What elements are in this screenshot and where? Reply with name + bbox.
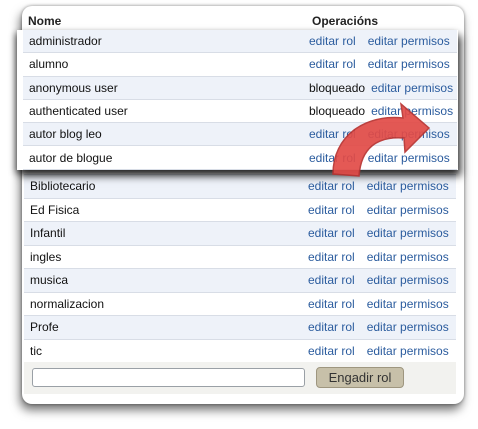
table-row: alumnoeditar rol editar permisos <box>23 52 457 77</box>
role-name: autor blog leo <box>23 122 309 147</box>
role-name: administrador <box>23 30 309 54</box>
role-name: musica <box>24 268 308 293</box>
edit-role-link[interactable]: editar rol <box>308 344 355 358</box>
edit-permissions-link[interactable]: editar permisos <box>367 273 449 287</box>
add-role-button[interactable]: Engadir rol <box>316 367 404 388</box>
add-role-form: Engadir rol <box>24 362 456 394</box>
edit-role-link[interactable]: editar rol <box>308 320 355 334</box>
table-row: administradoreditar rol editar permisos <box>23 30 457 54</box>
role-name: tic <box>24 339 308 363</box>
role-name: ingles <box>24 245 308 269</box>
table-row: Ed Fisica editar rol editar permisos <box>24 198 456 222</box>
role-name: Bibliotecario <box>24 174 308 199</box>
edit-permissions-link[interactable]: editar permisos <box>367 344 449 358</box>
new-role-name-input[interactable] <box>32 368 305 387</box>
role-name: anonymous user <box>23 76 309 100</box>
edit-permissions-link[interactable]: editar permisos <box>371 81 453 95</box>
edit-role-link[interactable]: editar rol <box>308 226 355 240</box>
blocked-label: bloqueado <box>309 80 366 95</box>
edit-role-link[interactable]: editar rol <box>308 203 355 217</box>
edit-role-link[interactable]: editar rol <box>308 273 355 287</box>
edit-permissions-link[interactable]: editar permisos <box>367 203 449 217</box>
edit-permissions-link[interactable]: editar permisos <box>367 320 449 334</box>
edit-permissions-link[interactable]: editar permisos <box>367 297 449 311</box>
edit-role-link[interactable]: editar rol <box>309 34 356 48</box>
role-name: Profe <box>24 315 308 340</box>
table-row: ingles editar rol editar permisos <box>24 245 456 269</box>
role-name: authenticated user <box>23 99 309 124</box>
edit-permissions-link[interactable]: editar permisos <box>368 57 450 71</box>
role-name: alumno <box>23 52 309 77</box>
table-row: normalizacion editar rol editar permisos <box>24 292 456 316</box>
role-name: Ed Fisica <box>24 198 308 222</box>
curved-arrow-icon <box>332 102 431 177</box>
edit-role-link[interactable]: editar rol <box>308 250 355 264</box>
edit-role-link[interactable]: editar rol <box>308 297 355 311</box>
edit-permissions-link[interactable]: editar permisos <box>367 226 449 240</box>
table-row: tic editar rol editar permisos <box>24 339 456 363</box>
edit-permissions-link[interactable]: editar permisos <box>368 34 450 48</box>
role-name: autor de blogue <box>23 145 309 170</box>
table-row: Profe editar rol editar permisos <box>24 315 456 340</box>
edit-permissions-link[interactable]: editar permisos <box>367 250 449 264</box>
table-row: musica editar rol editar permisos <box>24 268 456 293</box>
table-row: Infantil editar rol editar permisos <box>24 221 456 246</box>
edit-role-link[interactable]: editar rol <box>309 57 356 71</box>
role-name: Infantil <box>24 221 308 246</box>
role-name: normalizacion <box>24 292 308 316</box>
